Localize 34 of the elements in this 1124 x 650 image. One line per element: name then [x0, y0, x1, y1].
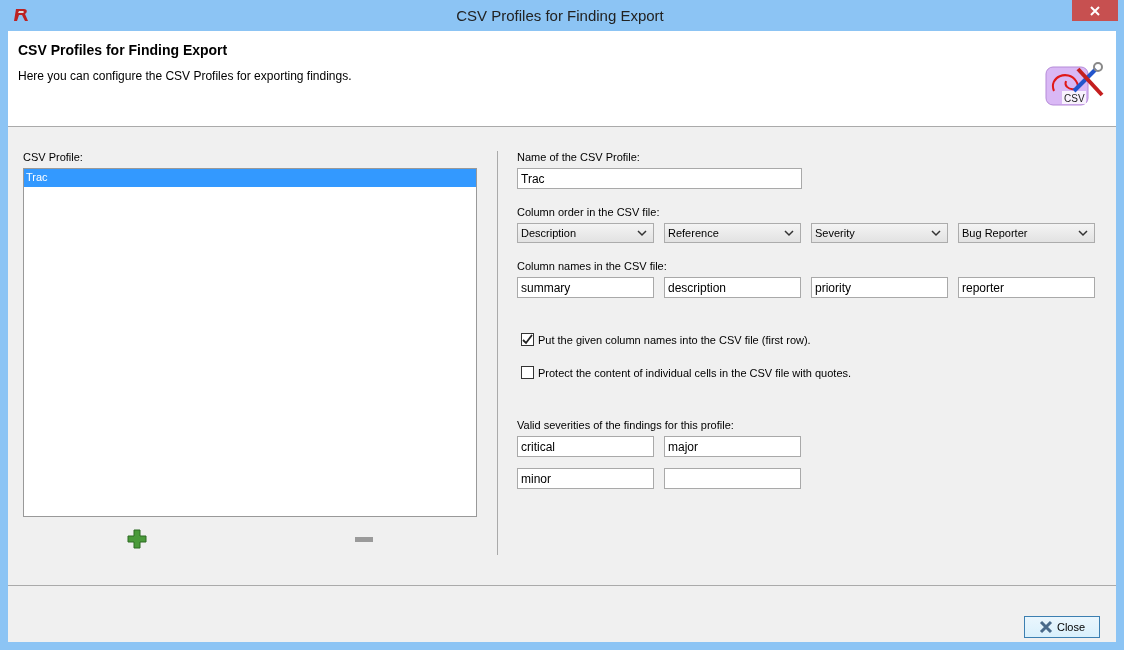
column-dropdown[interactable]: Severity — [811, 223, 948, 243]
header-description: Here you can configure the CSV Profiles for exporting findings. — [18, 69, 352, 83]
chevron-down-icon — [1078, 229, 1088, 237]
column-order-label: Column order in the CSV file: — [517, 206, 661, 218]
close-icon[interactable] — [1072, 0, 1118, 21]
profile-name-label: Name of the CSV Profile: — [517, 151, 641, 163]
severity-field[interactable] — [664, 468, 801, 489]
column-name-field[interactable]: description — [664, 277, 801, 298]
checkbox-label: Protect the content of individual cells in the CSV file with quotes. — [538, 366, 852, 379]
column-names-label: Column names in the CSV file: — [517, 260, 668, 272]
checkbox-label: Put the given column names into the CSV file (first row). — [538, 333, 811, 346]
column-dropdown[interactable]: Description — [517, 223, 654, 243]
chevron-down-icon — [931, 229, 941, 237]
profile-name-field[interactable]: Trac — [517, 168, 802, 189]
app-logo-icon — [13, 8, 29, 22]
profile-list-label: CSV Profile: — [23, 151, 84, 163]
severity-field[interactable]: critical — [517, 436, 654, 457]
chevron-down-icon — [637, 229, 647, 237]
severity-field[interactable]: major — [664, 436, 801, 457]
column-name-field[interactable]: reporter — [958, 277, 1095, 298]
column-name-field[interactable]: priority — [811, 277, 948, 298]
checkbox[interactable] — [521, 366, 534, 379]
header-title: CSV Profiles for Finding Export — [18, 42, 229, 58]
column-dropdown[interactable]: Bug Reporter — [958, 223, 1095, 243]
column-name-field[interactable]: summary — [517, 277, 654, 298]
severity-field[interactable]: minor — [517, 468, 654, 489]
window-title: CSV Profiles for Finding Export — [455, 7, 665, 24]
plus-icon[interactable] — [126, 529, 147, 549]
x-icon — [1038, 620, 1053, 634]
close-button[interactable]: Close — [1024, 616, 1100, 638]
severities-label: Valid severities of the findings for this profile: — [517, 419, 735, 431]
chevron-down-icon — [784, 229, 794, 237]
checkbox[interactable] — [521, 333, 534, 346]
column-dropdown[interactable]: Reference — [664, 223, 801, 243]
